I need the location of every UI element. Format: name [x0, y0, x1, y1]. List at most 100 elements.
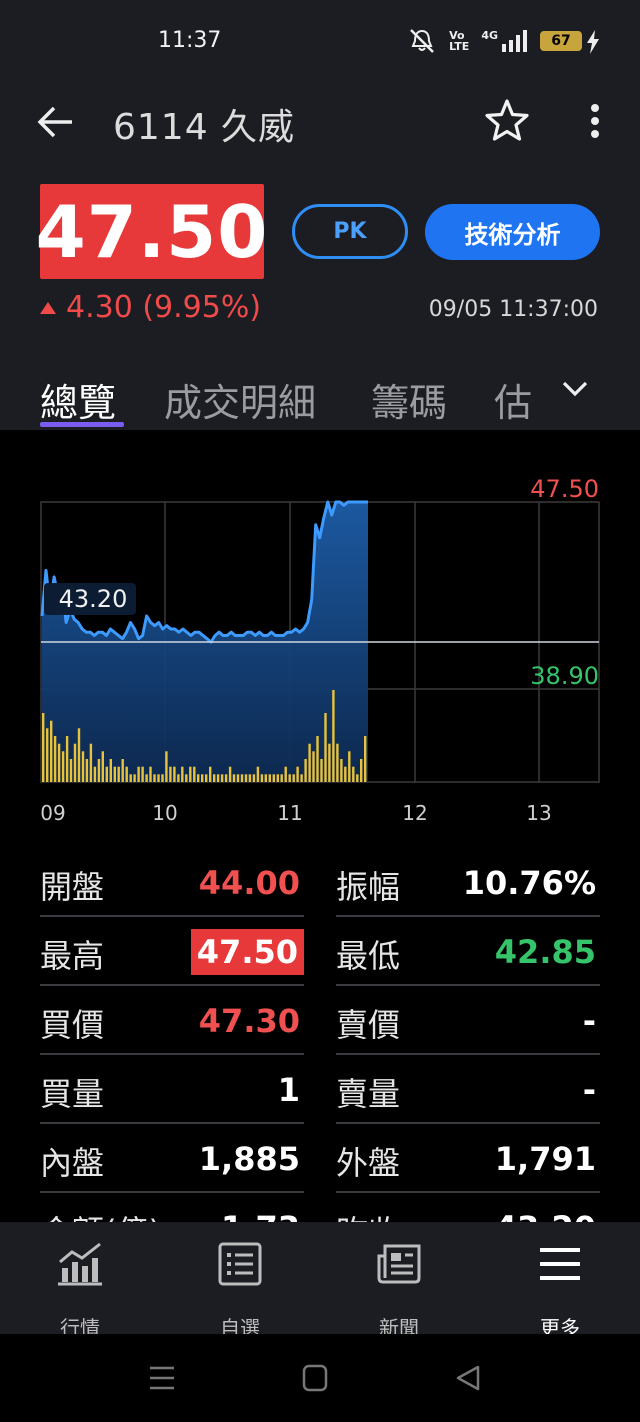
nav-more[interactable]: 更多 [505, 1240, 615, 1340]
stat-value: 1 [277, 1071, 300, 1109]
volume-bar [189, 766, 192, 782]
charging-bolt-icon [587, 30, 599, 54]
volume-bar [228, 766, 232, 782]
home-icon[interactable] [302, 1364, 328, 1392]
stats-row: 最高 47.50 最低 42.85 [40, 917, 600, 986]
stat-label: 振幅 [336, 868, 401, 906]
volume-bar [336, 743, 339, 782]
technical-analysis-button[interactable]: 技術分析 [425, 204, 600, 260]
volume-bar [57, 743, 61, 782]
tab-trade-details[interactable]: 成交明細 [164, 372, 316, 427]
tab-chips[interactable]: 籌碼 [371, 372, 447, 427]
y-max-label: 47.50 [530, 475, 599, 503]
volume-bar [312, 751, 315, 782]
volume-bar [89, 743, 93, 782]
nav-market[interactable]: 行情 [25, 1240, 135, 1340]
quote-timestamp: 09/05 11:37:00 [428, 297, 598, 322]
favorite-star-icon[interactable] [484, 98, 530, 142]
stat-bid-volume: 買量 1 [40, 1055, 304, 1124]
status-icons: Vo LTE 4G 67 [407, 28, 582, 54]
stat-value: 1,791 [494, 1140, 596, 1178]
stats-row: 內盤 1,885 外盤 1,791 [40, 1124, 600, 1193]
volume-bar [165, 751, 168, 782]
pk-button[interactable]: PK [292, 204, 408, 259]
mute-bell-icon [410, 29, 434, 53]
volume-bar [193, 766, 196, 782]
stat-outer-volume: 外盤 1,791 [336, 1124, 600, 1193]
volume-bar [141, 766, 144, 782]
volume-bar [236, 774, 240, 782]
volume-bar [220, 774, 224, 782]
nav-watchlist[interactable]: 自選 [185, 1240, 295, 1340]
volume-bar [340, 759, 343, 782]
volte-icon: Vo LTE [449, 29, 470, 53]
volume-bar [224, 774, 228, 782]
volume-bar [153, 774, 156, 782]
tab-overview[interactable]: 總覽 [40, 372, 116, 427]
volume-bar [81, 751, 85, 782]
volume-bar [177, 774, 180, 782]
volume-bar [161, 774, 164, 782]
volume-bar [93, 766, 97, 782]
volume-bar [328, 743, 331, 782]
back-icon[interactable] [454, 1364, 482, 1392]
volume-bar [85, 759, 89, 782]
stat-label: 買量 [40, 1075, 105, 1113]
stat-value: - [582, 1071, 596, 1109]
volume-bar [308, 743, 311, 782]
volume-bar [185, 774, 188, 782]
volume-bar [73, 743, 77, 782]
volume-bar [276, 774, 279, 782]
intraday-chart[interactable]: 43.20 47.50 38.90 09 10 11 12 13 [0, 432, 640, 832]
more-vert-icon[interactable] [588, 102, 602, 142]
stat-value: 42.85 [494, 933, 596, 971]
volume-bar [316, 736, 319, 782]
volume-bar [50, 720, 53, 782]
chevron-down-icon[interactable] [560, 378, 590, 398]
volume-bar [288, 774, 291, 782]
stat-label: 外盤 [336, 1144, 401, 1182]
price-change-value: 4.30 (9.95%) [66, 290, 262, 325]
status-time: 11:37 [158, 28, 222, 53]
stat-label: 賣量 [336, 1075, 401, 1113]
stat-value: 44.00 [198, 864, 300, 902]
stat-value: 10.76% [462, 864, 596, 902]
x-tick-label: 10 [152, 801, 177, 825]
nav-news[interactable]: 新聞 [344, 1240, 454, 1340]
tab-bar: 總覽 成交明細 籌碼 估 [0, 364, 640, 430]
back-arrow-icon[interactable] [36, 104, 74, 140]
stats-row: 買量 1 賣量 - [40, 1055, 600, 1124]
stat-ask-price: 賣價 - [336, 986, 600, 1055]
stat-label: 內盤 [40, 1144, 105, 1182]
tab-valuation[interactable]: 估 [494, 372, 532, 427]
stat-label: 賣價 [336, 1006, 401, 1044]
stat-value: 47.50 [190, 929, 304, 975]
volume-bar [105, 766, 108, 782]
volume-bar [256, 766, 260, 782]
volume-bar [113, 766, 116, 782]
signal-4g-icon: 4G [481, 30, 528, 52]
up-triangle-icon [40, 301, 56, 314]
volume-bar [125, 766, 128, 782]
recents-icon[interactable] [148, 1364, 176, 1392]
volume-bar [304, 759, 307, 782]
volume-bar [137, 766, 140, 782]
x-tick-label: 11 [277, 801, 302, 825]
status-bar: 11:37 Vo LTE 4G 67 [0, 0, 640, 80]
stat-label: 最低 [336, 937, 401, 975]
volume-bar [348, 751, 351, 782]
volume-bar [248, 774, 252, 782]
volume-bar [69, 759, 73, 782]
news-icon [377, 1244, 421, 1284]
volume-bar [181, 766, 184, 782]
stat-high: 最高 47.50 [40, 917, 304, 986]
volume-bar [101, 751, 104, 782]
volume-bar [213, 774, 216, 782]
x-tick-label: 12 [402, 801, 427, 825]
volume-bar [360, 759, 363, 782]
volume-bar [173, 766, 176, 782]
volume-bar [121, 759, 124, 782]
volume-bar [133, 774, 136, 782]
x-tick-label: 09 [40, 801, 65, 825]
menu-icon [540, 1248, 580, 1280]
